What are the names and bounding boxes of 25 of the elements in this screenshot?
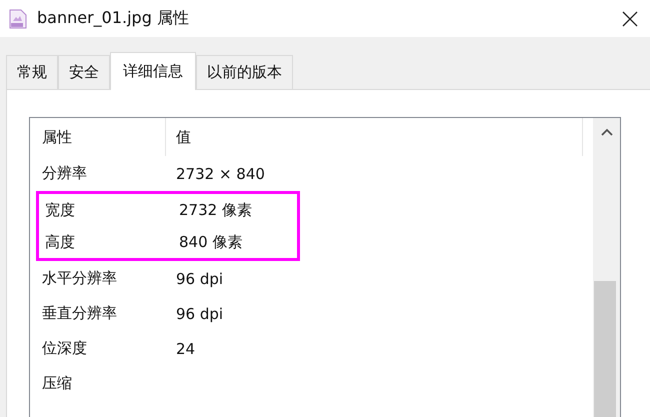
property-value: 24 [175,340,196,358]
scrollbar-thumb[interactable] [594,281,616,417]
property-name: 水平分辨率 [41,269,118,288]
property-name: 宽度 [44,200,76,220]
property-name: 垂直分辨率 [41,304,118,323]
property-value: 2732 像素 [178,200,252,220]
scrollbar[interactable] [593,118,620,417]
close-icon[interactable] [622,10,638,26]
property-value: 840 像素 [178,232,242,252]
property-value: 2732 × 840 [175,164,265,182]
tab[interactable]: 常规 [6,55,58,89]
property-value: 96 dpi [175,270,224,288]
property-name: 位深度 [41,339,88,358]
property-value: 96 dpi [175,304,224,322]
window-title: banner_01.jpg 属性 [37,8,189,29]
tab[interactable]: 以前的版本 [196,55,293,89]
property-name: 压缩 [41,374,73,393]
scroll-up-icon[interactable] [600,128,612,136]
property-name: 分辨率 [41,164,88,183]
property-name: 高度 [44,232,76,252]
column-header[interactable]: 值 [166,118,583,156]
tab[interactable]: 安全 [58,55,110,89]
tab[interactable]: 详细信息 [110,52,196,90]
image-file-icon [9,8,27,28]
column-header[interactable]: 属性 [36,118,166,156]
